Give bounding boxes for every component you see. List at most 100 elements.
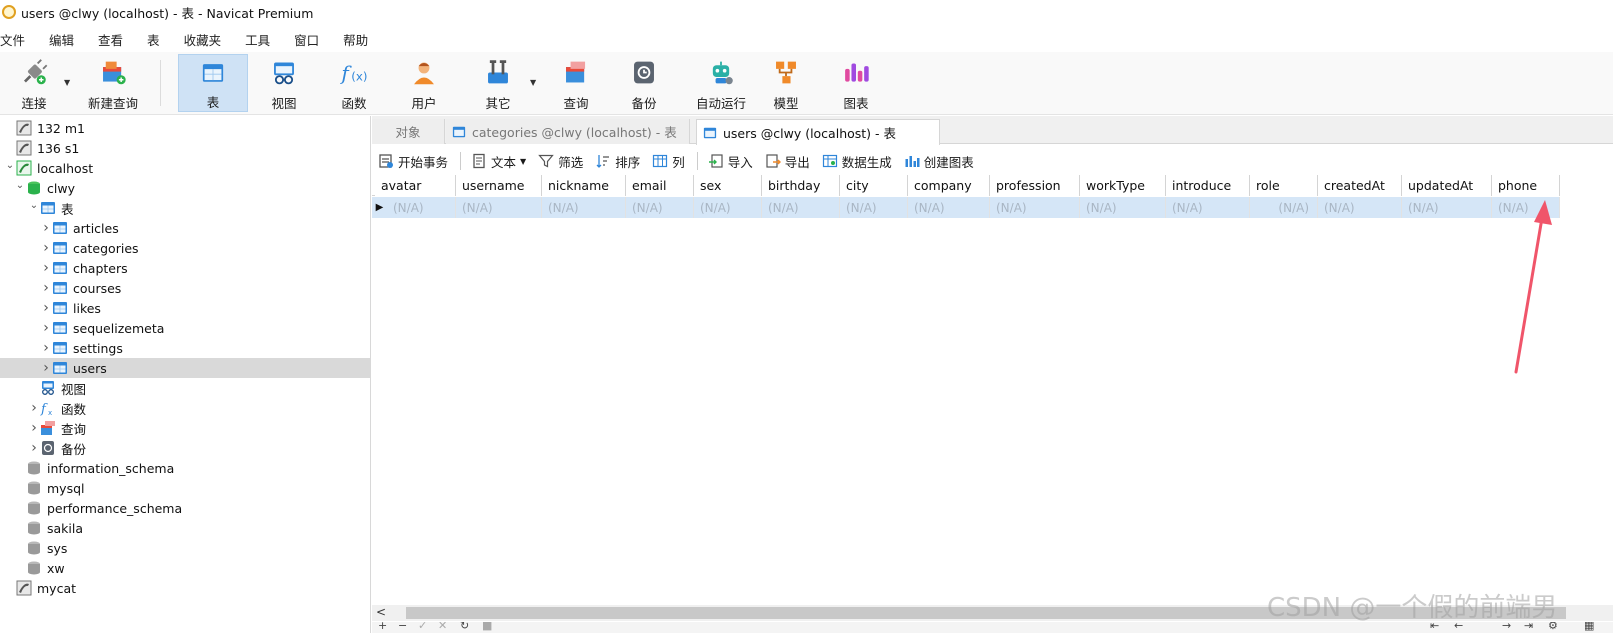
tree-item-performance_schema[interactable]: performance_schema (0, 498, 370, 518)
tree-item-136-s1[interactable]: 136 s1 (0, 138, 370, 158)
text-button[interactable]: 文本 ▼ (471, 152, 526, 171)
column-header-city[interactable]: city (840, 175, 908, 196)
chevron-right-icon[interactable]: › (40, 300, 52, 316)
cell-updatedAt[interactable]: (N/A) (1402, 197, 1492, 218)
tree-item-mycat[interactable]: mycat (0, 578, 370, 598)
tree-item-clwy[interactable]: ⌄ clwy (0, 178, 370, 198)
menu-edit[interactable]: 编辑 (49, 30, 74, 49)
tree-item-settings[interactable]: › settings (0, 338, 370, 358)
menu-window[interactable]: 窗口 (294, 30, 319, 49)
chevron-right-icon[interactable]: › (28, 420, 40, 436)
tree-item-likes[interactable]: › likes (0, 298, 370, 318)
chevron-right-icon[interactable]: › (40, 220, 52, 236)
menu-help[interactable]: 帮助 (343, 30, 368, 49)
chevron-right-icon[interactable]: › (40, 320, 52, 336)
tree-item-sys[interactable]: sys (0, 538, 370, 558)
column-header-createdAt[interactable]: createdAt (1318, 175, 1402, 196)
delete-record-icon[interactable]: − (398, 622, 407, 632)
begin-transaction-button[interactable]: 开始事务 (378, 152, 448, 171)
tree-item-chapters[interactable]: › chapters (0, 258, 370, 278)
column-header-role[interactable]: role (1250, 175, 1318, 196)
data-generation-button[interactable]: 数据生成 (822, 152, 892, 171)
tree-item-132-m1[interactable]: 132 m1 (0, 118, 370, 138)
menu-tools[interactable]: 工具 (245, 30, 270, 49)
column-header-profession[interactable]: profession (990, 175, 1080, 196)
tree-item-sakila[interactable]: sakila (0, 518, 370, 538)
tree-item-查询[interactable]: › 查询 (0, 418, 370, 438)
sort-button[interactable]: 排序 (595, 152, 640, 171)
tree-item-users[interactable]: › users (0, 358, 370, 378)
grid-view-icon[interactable]: ▦ (1584, 622, 1594, 632)
column-header-updatedAt[interactable]: updatedAt (1402, 175, 1492, 196)
menu-table[interactable]: 表 (147, 30, 160, 49)
connect-button[interactable]: 连接 (10, 54, 58, 112)
table-row[interactable]: ▶ (N/A) (N/A) (N/A) (N/A) (N/A) (N/A) (N/A) (N/A… (372, 197, 1560, 218)
menu-favorites[interactable]: 收藏夹 (184, 30, 222, 49)
function-button[interactable]: f (x) 函数 (330, 54, 378, 112)
model-button[interactable]: 模型 (762, 54, 810, 112)
tab-objects[interactable]: 对象 (372, 119, 445, 144)
connect-dropdown-icon[interactable]: ▼ (64, 78, 70, 87)
tab-users[interactable]: users @clwy (localhost) - 表 (696, 119, 940, 145)
cell-phone[interactable]: (N/A) (1492, 197, 1560, 218)
cell-sex[interactable]: (N/A) (694, 197, 762, 218)
cell-profession[interactable]: (N/A) (990, 197, 1080, 218)
user-button[interactable]: 用户 (400, 54, 448, 112)
column-header-introduce[interactable]: introduce (1166, 175, 1250, 196)
create-chart-button[interactable]: 创建图表 (904, 152, 974, 171)
cell-username[interactable]: (N/A) (456, 197, 542, 218)
menu-view[interactable]: 查看 (98, 30, 123, 49)
chevron-right-icon[interactable]: › (40, 280, 52, 296)
column-header-workType[interactable]: workType (1080, 175, 1166, 196)
chevron-right-icon[interactable]: › (40, 360, 52, 376)
add-record-icon[interactable]: + (378, 622, 387, 632)
cell-city[interactable]: (N/A) (840, 197, 908, 218)
chevron-down-icon[interactable]: ⌄ (14, 180, 26, 191)
tree-item-视图[interactable]: 视图 (0, 378, 370, 398)
discard-icon[interactable]: ✕ (438, 622, 447, 632)
stop-icon[interactable]: ■ (482, 622, 492, 632)
cell-email[interactable]: (N/A) (626, 197, 694, 218)
new-query-button[interactable]: 新建查询 (82, 54, 144, 112)
columns-button[interactable]: 列 (652, 152, 685, 171)
column-header-company[interactable]: company (908, 175, 990, 196)
table-button[interactable]: 表 (178, 54, 248, 112)
tree-item-information_schema[interactable]: information_schema (0, 458, 370, 478)
export-button[interactable]: 导出 (765, 152, 810, 171)
tree-item-sequelizemeta[interactable]: › sequelizemeta (0, 318, 370, 338)
cell-company[interactable]: (N/A) (908, 197, 990, 218)
scroll-left-icon[interactable]: < (376, 605, 386, 619)
cell-introduce[interactable]: (N/A) (1166, 197, 1250, 218)
chevron-down-icon[interactable]: ⌄ (28, 200, 40, 211)
chevron-down-icon[interactable]: ⌄ (4, 160, 16, 171)
column-header-avatar[interactable]: avatar (375, 175, 456, 196)
tab-categories[interactable]: categories @clwy (localhost) - 表 (446, 119, 690, 144)
chevron-right-icon[interactable]: › (40, 260, 52, 276)
cell-createdAt[interactable]: (N/A) (1318, 197, 1402, 218)
column-header-nickname[interactable]: nickname (542, 175, 626, 196)
chevron-right-icon[interactable]: › (40, 340, 52, 356)
tree-item-articles[interactable]: › articles (0, 218, 370, 238)
chevron-right-icon[interactable]: › (28, 440, 40, 456)
text-dropdown-icon[interactable]: ▼ (520, 157, 526, 166)
cell-birthday[interactable]: (N/A) (762, 197, 840, 218)
apply-icon[interactable]: ✓ (418, 622, 427, 632)
data-grid[interactable]: avatar username nickname email sex birthday ci… (372, 175, 1613, 605)
tree-item-categories[interactable]: › categories (0, 238, 370, 258)
query-button[interactable]: 查询 (552, 54, 600, 112)
column-header-sex[interactable]: sex (694, 175, 762, 196)
column-header-phone[interactable]: phone (1492, 175, 1560, 196)
tree-item-函数[interactable]: › f x 函数 (0, 398, 370, 418)
tree-item-表[interactable]: ⌄ 表 (0, 198, 370, 218)
column-header-username[interactable]: username (456, 175, 542, 196)
chart-button[interactable]: 图表 (832, 54, 880, 112)
tree-item-备份[interactable]: › 备份 (0, 438, 370, 458)
cell-workType[interactable]: (N/A) (1080, 197, 1166, 218)
cell-nickname[interactable]: (N/A) (542, 197, 626, 218)
tree-item-xw[interactable]: xw (0, 558, 370, 578)
cell-avatar[interactable]: (N/A) (387, 197, 456, 218)
cell-role[interactable]: (N/A) (1250, 197, 1318, 218)
filter-button[interactable]: 筛选 (538, 152, 583, 171)
view-button[interactable]: 视图 (260, 54, 308, 112)
menu-file[interactable]: 文件 (0, 30, 25, 49)
